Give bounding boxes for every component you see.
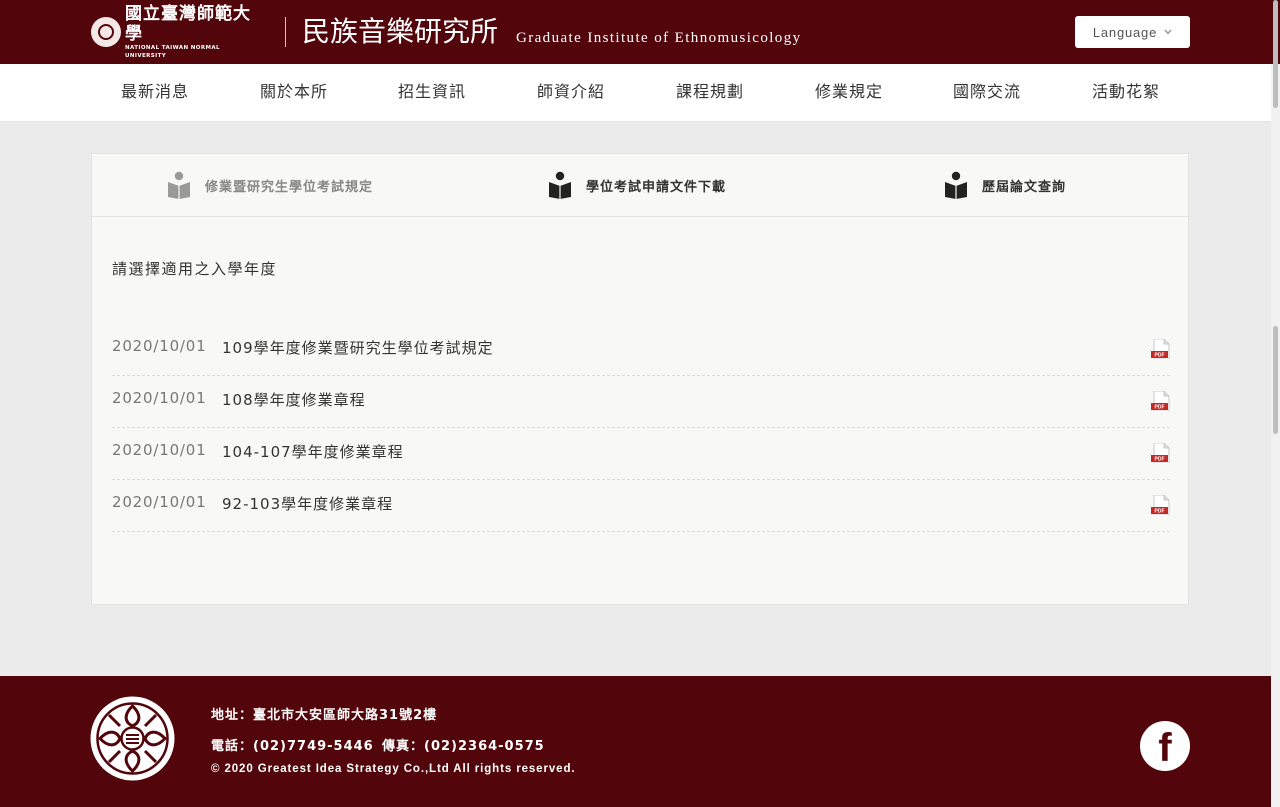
document-link[interactable]: 108學年度修業章程 — [222, 389, 366, 410]
document-date: 2020/10/01 — [112, 337, 207, 355]
ntnu-wordmark: 國立臺灣師範大學 NATIONAL TAIWAN NORMAL UNIVERSI… — [125, 4, 257, 60]
ntnu-name-en: NATIONAL TAIWAN NORMAL UNIVERSITY — [125, 45, 220, 59]
document-list: 2020/10/01 109學年度修業暨研究生學位考試規定 PDF 2020/1… — [112, 324, 1170, 532]
subtab-label: 歷屆論文查詢 — [982, 179, 1067, 195]
footer-fax: 傳真：(02)2364-0575 — [382, 739, 545, 754]
pdf-icon[interactable]: PDF — [1151, 495, 1170, 515]
book-reader-icon — [549, 171, 571, 199]
chevron-down-icon — [1164, 27, 1172, 38]
nav-item-admissions[interactable]: 招生資訊 — [398, 64, 466, 122]
nav-item-news[interactable]: 最新消息 — [121, 64, 189, 122]
nav-item-gallery[interactable]: 活動花絮 — [1092, 64, 1160, 122]
nav-item-international[interactable]: 國際交流 — [953, 64, 1021, 122]
main-nav: 最新消息 關於本所 招生資訊 師資介紹 課程規劃 修業規定 國際交流 活動花絮 — [0, 64, 1280, 122]
document-link[interactable]: 109學年度修業暨研究生學位考試規定 — [222, 337, 494, 358]
facebook-icon[interactable]: f — [1140, 721, 1190, 771]
subtab-regulations[interactable]: 修業暨研究生學位考試規定 — [167, 170, 373, 200]
site-subtitle: Graduate Institute of Ethnomusicology — [516, 30, 802, 46]
scrollbar-thumb[interactable] — [1273, 326, 1278, 434]
list-item: 2020/10/01 108學年度修業章程 PDF — [112, 376, 1170, 428]
facebook-glyph: f — [1158, 726, 1172, 770]
header-divider — [285, 17, 286, 47]
subtab-bar: 修業暨研究生學位考試規定 學位考試申請文件下載 歷屆論文查詢 — [92, 154, 1188, 217]
svg-text:PDF: PDF — [1155, 457, 1165, 463]
book-reader-icon — [945, 171, 967, 199]
svg-text:PDF: PDF — [1155, 405, 1165, 411]
page-scrollbar-upper[interactable] — [1271, 0, 1280, 172]
language-button[interactable]: Language — [1075, 16, 1190, 48]
footer-address: 地址：臺北市大安區師大路31號2樓 — [211, 708, 438, 723]
subtab-label: 學位考試申請文件下載 — [586, 179, 727, 195]
subtab-thesis-search[interactable]: 歷屆論文查詢 — [944, 170, 1066, 200]
pdf-icon[interactable]: PDF — [1151, 339, 1170, 359]
document-link[interactable]: 92-103學年度修業章程 — [222, 493, 393, 514]
nav-item-regulations[interactable]: 修業規定 — [815, 64, 883, 122]
nav-item-about[interactable]: 關於本所 — [260, 64, 328, 122]
footer-copyright: © 2020 Greatest Idea Strategy Co.,Ltd Al… — [211, 763, 576, 775]
pdf-icon[interactable]: PDF — [1151, 391, 1170, 411]
nav-item-curriculum[interactable]: 課程規劃 — [676, 64, 744, 122]
document-date: 2020/10/01 — [112, 441, 207, 459]
select-year-hint: 請選擇適用之入學年度 — [112, 260, 278, 278]
subtab-application-docs[interactable]: 學位考試申請文件下載 — [548, 170, 726, 200]
footer-phone: 電話：(02)7749-5446 — [211, 739, 374, 754]
list-item: 2020/10/01 109學年度修業暨研究生學位考試規定 PDF — [112, 324, 1170, 376]
top-header: 國立臺灣師範大學 NATIONAL TAIWAN NORMAL UNIVERSI… — [0, 0, 1280, 64]
svg-text:PDF: PDF — [1155, 353, 1165, 359]
page-scrollbar[interactable] — [1271, 64, 1280, 807]
ntnu-emblem-icon — [90, 696, 175, 781]
list-item: 2020/10/01 104-107學年度修業章程 PDF — [112, 428, 1170, 480]
language-label: Language — [1092, 24, 1158, 40]
svg-text:PDF: PDF — [1155, 509, 1165, 515]
nav-item-faculty[interactable]: 師資介紹 — [537, 64, 605, 122]
document-date: 2020/10/01 — [112, 493, 207, 511]
scrollbar-thumb[interactable] — [1273, 0, 1278, 108]
site-footer: 地址：臺北市大安區師大路31號2樓 電話：(02)7749-5446 傳真：(0… — [0, 676, 1280, 807]
content-panel: 修業暨研究生學位考試規定 學位考試申請文件下載 歷屆論文查詢 請選擇適用之入學年… — [91, 153, 1189, 605]
ntnu-logo[interactable]: 國立臺灣師範大學 NATIONAL TAIWAN NORMAL UNIVERSI… — [91, 4, 257, 59]
ntnu-emblem-icon — [91, 17, 121, 47]
ntnu-name-cn: 國立臺灣師範大學 — [125, 4, 251, 44]
book-reader-icon — [168, 171, 190, 199]
list-item: 2020/10/01 92-103學年度修業章程 PDF — [112, 480, 1170, 532]
pdf-icon[interactable]: PDF — [1151, 443, 1170, 463]
document-date: 2020/10/01 — [112, 389, 207, 407]
document-link[interactable]: 104-107學年度修業章程 — [222, 441, 404, 462]
subtab-label: 修業暨研究生學位考試規定 — [205, 179, 374, 195]
site-title[interactable]: 民族音樂研究所 — [302, 14, 498, 50]
